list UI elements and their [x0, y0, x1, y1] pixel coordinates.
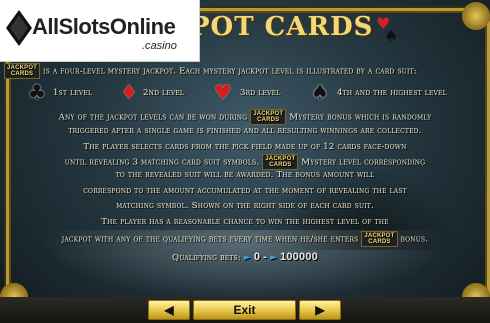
- paragraph-line-9: jackpot with any of the qualifying bets …: [61, 231, 429, 247]
- heart-icon: ♥: [214, 80, 232, 104]
- title-suits-decoration: ♥ ♠: [376, 14, 398, 45]
- logo-brand-text: AllSlotsOnline: [32, 14, 176, 39]
- jackpot-cards-badge: JACKPOT CARDS: [250, 109, 287, 125]
- next-page-button[interactable]: ▶: [299, 300, 341, 320]
- diamond-icon: ♦: [120, 80, 138, 104]
- paragraph-line-8: The player has a reasonable chance to wi…: [101, 217, 389, 227]
- paragraph-line-7: matching symbol. Shown on the right side…: [116, 201, 374, 211]
- paragraph-line-6: correspond to the amount accumulated at …: [83, 186, 407, 196]
- jackpot-cards-badge: JACKPOT CARDS: [262, 154, 299, 170]
- bets-max: 100000: [280, 251, 318, 263]
- allslotsonline-logo: AllSlotsOnline .casino: [0, 0, 200, 62]
- intro-line: JACKPOT CARDS is a four-level mystery jac…: [4, 63, 417, 79]
- level-4-label: 4th and the highest level: [337, 88, 447, 98]
- paragraph-line-1: Any of the jackpot levels can be won dur…: [58, 109, 432, 125]
- frame-corner-ornament: [462, 2, 490, 30]
- qualifying-bets: Qualifying bets: ► 0 - ► 100000: [0, 251, 490, 263]
- paragraph-line-4: until revealing 3 matching card suit sym…: [64, 154, 426, 170]
- coin-arrow-icon: ►: [269, 253, 278, 263]
- paragraph-line-3: The player selects cards from the pick f…: [83, 142, 407, 152]
- level-1-label: 1st level: [53, 88, 93, 98]
- intro-text: is a four-level mystery jackpot. Each my…: [43, 66, 417, 77]
- bets-separator: -: [263, 251, 268, 263]
- level-2-label: 2nd level: [143, 88, 185, 98]
- logo-tld: .casino: [142, 40, 177, 52]
- exit-button[interactable]: Exit: [193, 300, 296, 320]
- club-icon: ♣: [28, 80, 46, 104]
- logo-diamond-icon: [6, 10, 32, 46]
- qualifying-bets-label: Qualifying bets:: [172, 253, 241, 263]
- jackpot-cards-badge: JACKPOT CARDS: [361, 231, 398, 247]
- spade-icon: ♠: [384, 26, 399, 45]
- bets-min: 0: [253, 251, 261, 263]
- game-title: POT CARDS: [190, 12, 374, 42]
- paragraph-line-5: to the revealed suit will be awarded. Th…: [115, 170, 375, 180]
- paragraph-line-2: triggered after a single game is finishe…: [68, 126, 422, 136]
- coin-arrow-icon: ►: [243, 253, 251, 263]
- prev-page-button[interactable]: ◀: [148, 300, 190, 320]
- level-3-label: 3rd level: [240, 88, 281, 98]
- spade-icon: ♠: [311, 80, 329, 104]
- jackpot-cards-badge: JACKPOT CARDS: [4, 63, 41, 79]
